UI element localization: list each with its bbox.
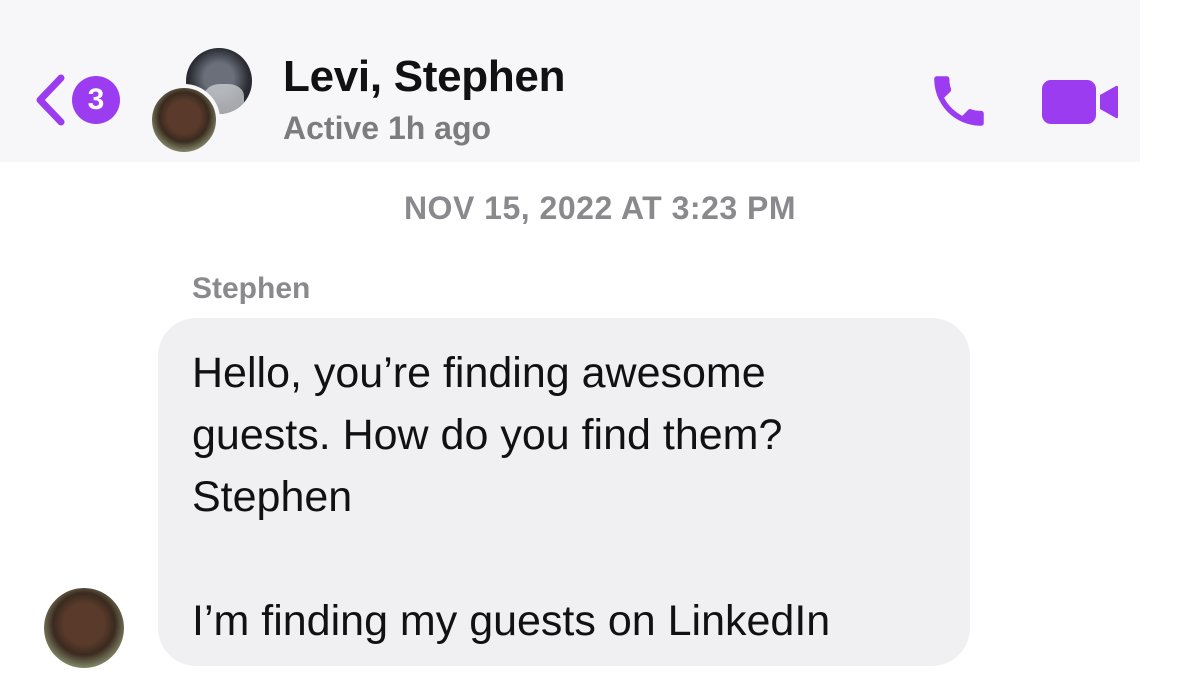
- back-button[interactable]: 3: [30, 68, 130, 132]
- audio-call-button[interactable]: [926, 68, 992, 134]
- message-line: Hello, you’re finding awesome: [192, 349, 766, 397]
- sender-avatar[interactable]: [44, 588, 124, 668]
- message-timestamp: NOV 15, 2022 AT 3:23 PM: [403, 190, 797, 226]
- message-line: Stephen: [192, 473, 353, 521]
- chevron-left-icon: [30, 68, 70, 132]
- phone-icon: [926, 76, 992, 138]
- group-avatar[interactable]: [148, 48, 258, 158]
- message-bubble[interactable]: Hello, you’re finding awesome guests. Ho…: [158, 318, 970, 666]
- message-line: guests. How do you find them?: [192, 411, 783, 459]
- video-call-button[interactable]: [1040, 76, 1120, 128]
- sender-name: Stephen: [192, 272, 311, 305]
- chat-header: 3 Levi, Stephen Active 1h ago: [0, 0, 1140, 162]
- message-line: I’m finding my guests on LinkedIn: [192, 597, 831, 645]
- active-status: Active 1h ago: [283, 110, 492, 146]
- unread-count-badge: 3: [72, 76, 120, 124]
- video-camera-icon: [1040, 80, 1120, 132]
- chat-title[interactable]: Levi, Stephen: [283, 52, 565, 102]
- message-row: Hello, you’re finding awesome guests. Ho…: [0, 318, 1200, 678]
- avatar-stephen: [148, 84, 220, 156]
